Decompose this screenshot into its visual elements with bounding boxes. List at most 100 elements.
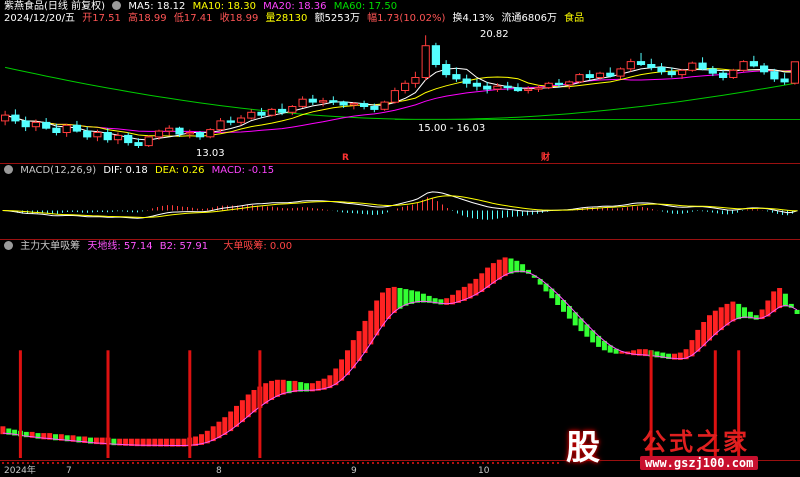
candle-body	[257, 111, 266, 116]
axis-dot	[342, 462, 344, 464]
indicator-bar-up	[718, 307, 724, 331]
axis-dot	[252, 462, 254, 464]
candle-body	[585, 74, 594, 78]
axis-dot	[382, 462, 384, 464]
candle-body	[226, 120, 235, 123]
candle-body	[760, 65, 769, 73]
event-marker-cai[interactable]: 财	[540, 151, 550, 163]
indicator-bar-up	[356, 331, 362, 361]
axis-dot	[77, 462, 79, 464]
candle-body	[739, 61, 748, 71]
axis-dot	[7, 462, 9, 464]
axis-dot	[267, 462, 269, 464]
candle-body	[83, 130, 92, 138]
indicator-bar-up	[350, 340, 356, 369]
axis-dot	[32, 462, 34, 464]
indicator-bar-up	[502, 257, 508, 277]
axis-dot	[222, 462, 224, 464]
candle-body	[134, 142, 143, 147]
axis-dot	[207, 462, 209, 464]
axis-dot	[42, 462, 44, 464]
axis-dot	[377, 462, 379, 464]
candle-body	[360, 103, 369, 107]
candle-body	[667, 71, 676, 76]
indicator-bar-up	[374, 300, 380, 336]
candle-body	[349, 103, 358, 106]
axis-dot	[62, 462, 64, 464]
watermark-url[interactable]: www.gszj100.com	[640, 456, 759, 470]
axis-dot	[67, 462, 69, 464]
chart-canvas[interactable]: 20.82 13.03 15.00 - 16.03 R 财 2024年 7 8 …	[0, 0, 800, 477]
axis-dot	[57, 462, 59, 464]
candle-body	[770, 71, 779, 80]
axis-dot	[127, 462, 129, 464]
candle-body	[442, 64, 451, 76]
axis-dot	[337, 462, 339, 464]
candle-body	[144, 136, 153, 147]
axis-dot	[492, 462, 494, 464]
indicator-bar-up	[771, 291, 777, 313]
axis-dot	[177, 462, 179, 464]
axis-dot	[452, 462, 454, 464]
axis-dot	[132, 462, 134, 464]
candle-body	[154, 130, 164, 138]
x-axis-label: 9	[351, 466, 357, 476]
axis-dot	[437, 462, 439, 464]
ma60-line	[4, 66, 795, 120]
candle-body	[708, 68, 717, 74]
candle-body	[319, 100, 328, 103]
high-price-annotation: 20.82	[480, 29, 509, 40]
candle-body	[103, 132, 112, 141]
axis-dot	[242, 462, 244, 464]
axis-dot	[502, 462, 504, 464]
axis-dot	[192, 462, 194, 464]
axis-dot	[307, 462, 309, 464]
event-marker-r[interactable]: R	[342, 153, 349, 163]
axis-dot	[422, 462, 424, 464]
axis-dot	[82, 462, 84, 464]
axis-dot	[232, 462, 234, 464]
price-pane	[1, 35, 800, 148]
candle-body	[236, 117, 246, 123]
indicator-bar-up	[368, 310, 374, 345]
axis-dot	[357, 462, 359, 464]
indicator-bar-up	[730, 301, 736, 322]
candle-body	[308, 98, 317, 103]
axis-dot	[197, 462, 199, 464]
axis-dot	[497, 462, 499, 464]
candle-body	[647, 64, 656, 68]
candle-body	[719, 72, 728, 78]
candle-body	[534, 87, 543, 90]
watermark: 股 公式之家 www.gszj100.com	[556, 418, 778, 474]
axis-dot	[182, 462, 184, 464]
axis-dot	[12, 462, 14, 464]
candle-body	[298, 98, 307, 107]
pane-borders	[0, 163, 800, 461]
candle-body	[544, 82, 553, 89]
axis-dot	[542, 462, 544, 464]
axis-dot	[17, 462, 19, 464]
axis-dot	[27, 462, 29, 464]
axis-dot	[487, 462, 489, 464]
candle-body	[175, 127, 184, 135]
axis-dot	[52, 462, 54, 464]
axis-dot	[22, 462, 24, 464]
axis-dot	[257, 462, 259, 464]
indicator-bar-down	[794, 309, 800, 314]
axis-dot	[402, 462, 404, 464]
candle-body	[390, 90, 399, 103]
candle-body	[62, 124, 71, 134]
candle-body	[472, 82, 481, 87]
axis-dot	[287, 462, 289, 464]
axis-dot	[417, 462, 419, 464]
candle-body	[380, 101, 389, 110]
indicator-bar-up	[496, 259, 502, 280]
indicator-bar-down	[508, 258, 514, 274]
axis-dot	[292, 462, 294, 464]
indicator-bar-up	[362, 320, 368, 353]
axis-dot	[467, 462, 469, 464]
candle-body	[554, 82, 564, 86]
candle-body	[124, 134, 133, 144]
indicator-bar-down	[415, 291, 420, 303]
candle-body	[780, 78, 789, 83]
